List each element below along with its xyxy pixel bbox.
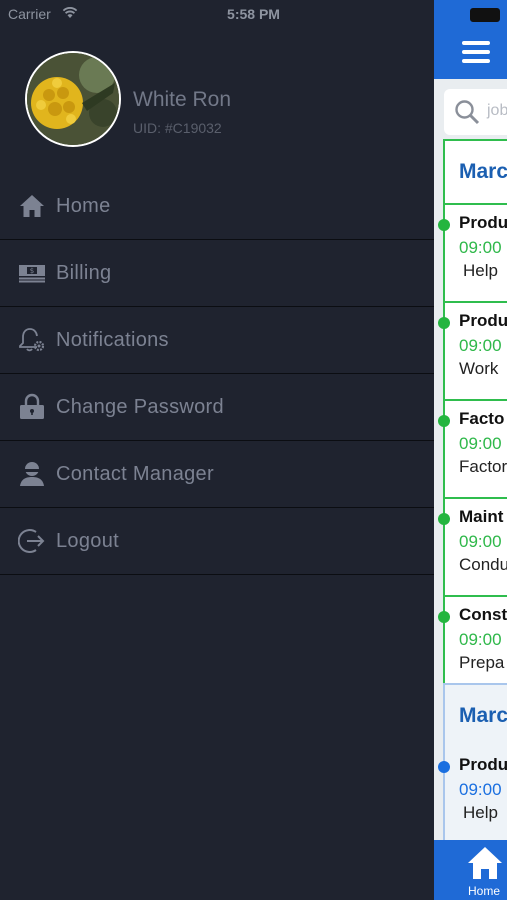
menu-label: Notifications (56, 328, 169, 351)
job-time: 09:00 (459, 238, 502, 257)
menu-item-logout[interactable]: Logout (0, 508, 434, 575)
lock-icon (18, 393, 46, 421)
drawer-menu: Home $ Billing Notifications Change Pass… (0, 173, 434, 575)
svg-text:$: $ (30, 267, 34, 275)
job-title: Produ (459, 755, 507, 774)
logout-icon (18, 527, 46, 555)
job-desc: Help (463, 261, 498, 280)
timeline-dot (438, 415, 450, 427)
job-item[interactable]: Produ 09:00 Help (438, 203, 507, 301)
menu-label: Change Password (56, 395, 224, 418)
menu-label: Contact Manager (56, 462, 214, 485)
job-title: Produ (459, 213, 507, 232)
user-name: White Ron (133, 88, 232, 111)
job-title: Maint (459, 507, 504, 526)
menu-label: Billing (56, 261, 112, 284)
job-item[interactable]: Facto 09:00 Factor (438, 399, 507, 497)
job-desc: Prepa (459, 653, 505, 672)
job-title: Facto (459, 409, 505, 428)
menu-item-change-password[interactable]: Change Password (0, 374, 434, 441)
main-screen[interactable]: job Marc Produ 09:00 Help Produ 09:00 Wo… (434, 0, 507, 900)
hamburger-menu-icon[interactable] (462, 41, 490, 63)
job-time: 09:00 (459, 434, 502, 453)
battery-icon (470, 8, 500, 22)
timeline-dot (438, 761, 450, 773)
job-item[interactable]: Maint 09:00 Condu (438, 497, 507, 595)
menu-label: Home (56, 194, 111, 217)
job-item[interactable]: Produ 09:00 Work (438, 301, 507, 399)
manager-icon (18, 460, 46, 488)
home-icon (18, 192, 46, 220)
clock: 5:58 PM (227, 6, 280, 22)
job-desc: Help (463, 803, 498, 822)
menu-label: Logout (56, 529, 119, 552)
avatar[interactable] (25, 51, 121, 147)
date-heading: Marc (459, 704, 507, 727)
job-desc: Condu (459, 555, 507, 574)
menu-item-notifications[interactable]: Notifications (0, 307, 434, 374)
job-time: 09:00 (459, 532, 502, 551)
tab-label: Home (467, 884, 500, 898)
job-item[interactable]: Produ 09:00 Help (438, 747, 507, 843)
job-time: 09:00 (459, 780, 502, 799)
job-item[interactable]: Const 09:00 Prepa (438, 595, 507, 693)
job-desc: Factor (459, 457, 507, 476)
side-drawer: White Ron UID: #C19032 Home $ Billing No… (0, 0, 434, 900)
menu-item-billing[interactable]: $ Billing (0, 240, 434, 307)
menu-item-contact-manager[interactable]: Contact Manager (0, 441, 434, 508)
status-bar: Carrier 5:58 PM (0, 0, 507, 28)
job-title: Produ (459, 311, 507, 330)
timeline-dot (438, 219, 450, 231)
search-icon (454, 99, 480, 130)
billing-icon: $ (18, 259, 46, 287)
job-title: Const (459, 605, 507, 624)
user-uid: UID: #C19032 (133, 120, 222, 136)
search-input[interactable]: job (444, 89, 507, 135)
job-time: 09:00 (459, 336, 502, 355)
timeline-dot (438, 513, 450, 525)
date-group: Marc Produ 09:00 Help (438, 683, 507, 845)
date-group: Marc Produ 09:00 Help Produ 09:00 Work F… (438, 139, 507, 695)
job-desc: Work (459, 359, 499, 378)
search-placeholder: job (487, 102, 507, 119)
timeline-dot (438, 317, 450, 329)
job-time: 09:00 (459, 630, 502, 649)
menu-item-home[interactable]: Home (0, 173, 434, 240)
timeline-dot (438, 611, 450, 623)
date-heading: Marc (459, 160, 507, 183)
tab-home[interactable]: Home (434, 840, 507, 900)
notification-gear-icon (18, 326, 46, 354)
home-icon (467, 846, 503, 885)
